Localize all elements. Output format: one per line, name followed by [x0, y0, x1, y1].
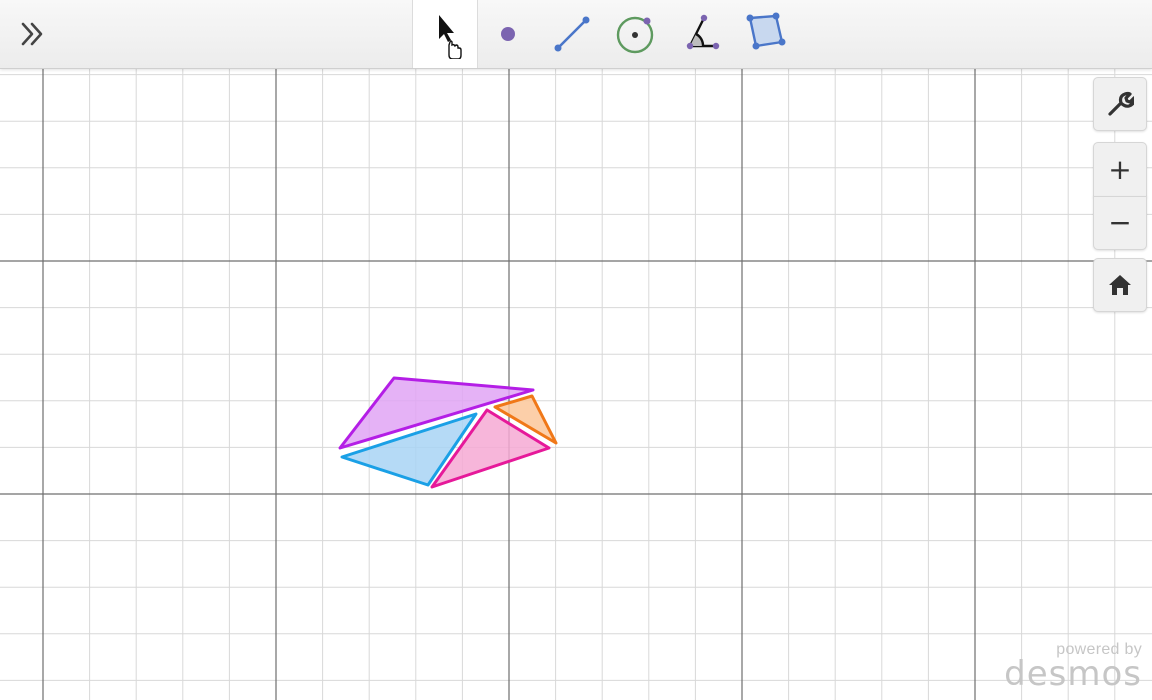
geometry-toolbar — [0, 0, 1152, 69]
double-chevron-right-icon — [21, 22, 43, 46]
graph-canvas[interactable] — [0, 0, 1152, 700]
tool-point[interactable] — [476, 0, 540, 68]
home-icon — [1109, 275, 1131, 295]
point-icon — [501, 27, 515, 41]
minus-icon: − — [1108, 206, 1132, 239]
tool-polygon[interactable] — [732, 0, 796, 68]
zoom-out-button[interactable]: − — [1093, 196, 1147, 250]
wrench-icon — [1108, 91, 1134, 116]
shapes-layer — [338, 376, 558, 489]
arrow-pointer-icon — [439, 15, 462, 59]
tool-segment[interactable] — [540, 0, 604, 68]
circle-icon — [616, 16, 654, 54]
expand-panel-button[interactable] — [12, 14, 52, 54]
zoom-in-button[interactable]: + — [1093, 142, 1147, 197]
desmos-branding: powered by desmos — [1004, 642, 1142, 694]
polygon-icon — [746, 12, 786, 50]
tool-angle[interactable] — [668, 0, 732, 68]
tool-circle[interactable] — [604, 0, 668, 68]
plus-icon: + — [1108, 152, 1132, 186]
tool-select[interactable] — [412, 0, 478, 68]
default-viewport-button[interactable] — [1093, 258, 1147, 312]
major-gridlines — [0, 68, 1152, 700]
angle-icon — [686, 14, 720, 50]
desmos-logo: desmos — [1004, 654, 1142, 694]
segment-icon — [554, 16, 590, 52]
graph-settings-button[interactable] — [1093, 77, 1147, 131]
minor-gridlines — [0, 68, 1152, 700]
